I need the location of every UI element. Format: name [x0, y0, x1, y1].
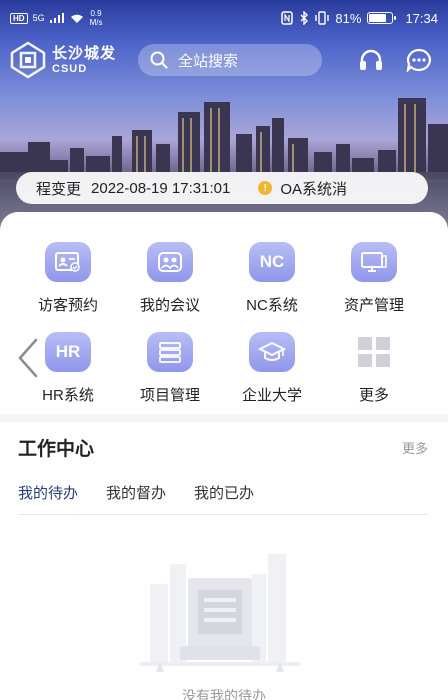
network-type: 5G	[32, 13, 45, 23]
search-bar[interactable]: 全站搜索	[138, 44, 323, 76]
grid-icon	[351, 332, 397, 372]
search-placeholder: 全站搜索	[178, 52, 239, 70]
monitor-icon	[351, 242, 397, 282]
app-label: 更多	[358, 387, 389, 404]
empty-state-text: 没有我的待办	[182, 688, 266, 700]
graduation-cap-icon	[249, 332, 295, 372]
app-nc-system[interactable]: NC NC系统	[222, 242, 322, 315]
main-card: 访客预约 我的会议 NC NC系统 资产管理 HR HR系统 项目管理 企业大学…	[0, 212, 448, 700]
battery-icon	[367, 12, 397, 24]
section-title: 工作中心	[18, 439, 95, 460]
bluetooth-icon	[300, 11, 309, 25]
app-visitor-booking[interactable]: 访客预约	[18, 242, 118, 315]
notice-title: 程变更	[36, 180, 82, 198]
chevron-left-icon[interactable]	[14, 338, 42, 378]
app-corporate-university[interactable]: 企业大学	[222, 332, 322, 405]
app-label: HR系统	[42, 387, 94, 404]
hr-text-icon: HR	[45, 332, 91, 372]
tab-todo[interactable]: 我的待办	[18, 482, 78, 503]
app-project-management[interactable]: 项目管理	[120, 332, 220, 405]
server-stack-icon	[147, 332, 193, 372]
app-asset-management[interactable]: 资产管理	[324, 242, 424, 315]
hd-indicator: HD	[10, 12, 28, 24]
nc-text-icon: NC	[249, 242, 295, 282]
vibrate-icon	[315, 11, 330, 25]
nfc-icon	[281, 11, 294, 25]
app-label: 项目管理	[139, 387, 200, 404]
section-divider	[0, 414, 448, 422]
network-speed: 0.9 M/s	[89, 9, 103, 27]
search-icon	[150, 51, 168, 69]
logo: 长沙城发 CSUD	[8, 40, 116, 80]
app-my-meetings[interactable]: 我的会议	[120, 242, 220, 315]
logo-text-en: CSUD	[52, 62, 88, 75]
tab-done[interactable]: 我的已办	[194, 482, 254, 503]
app-label: 我的会议	[139, 297, 200, 314]
tabs-divider	[18, 514, 428, 515]
work-tabs: 我的待办 我的督办 我的已办	[18, 482, 254, 503]
status-bar: HD 5G 0.9 M/s 81% 17:34	[0, 0, 448, 36]
clock: 17:34	[405, 10, 438, 26]
more-link[interactable]: 更多	[402, 438, 428, 457]
signal-icon	[49, 13, 64, 23]
wifi-icon	[70, 14, 83, 23]
empty-state-illustration	[140, 554, 300, 672]
logo-mark-icon	[10, 41, 46, 79]
notice-datetime: 2022-08-19 17:31:01	[91, 179, 231, 197]
info-badge-icon: !	[258, 181, 273, 195]
notice-bar[interactable]: 程变更 2022-08-19 17:31:01 ! OA系统消	[16, 172, 428, 204]
visitor-card-icon	[45, 242, 91, 282]
meeting-icon	[147, 242, 193, 282]
message-icon[interactable]	[406, 48, 432, 72]
app-label: 资产管理	[343, 297, 404, 314]
notice-source: OA系统消	[280, 180, 347, 198]
logo-text-cn: 长沙城发	[52, 44, 117, 62]
battery-percent: 81%	[335, 10, 362, 26]
app-label: 企业大学	[241, 387, 302, 404]
app-more[interactable]: 更多	[324, 332, 424, 405]
app-label: 访客预约	[37, 297, 98, 314]
app-label: NC系统	[246, 297, 298, 314]
headset-icon[interactable]	[358, 48, 384, 72]
app-header: 长沙城发 CSUD 全站搜索	[0, 38, 448, 82]
tab-supervise[interactable]: 我的督办	[106, 482, 166, 503]
